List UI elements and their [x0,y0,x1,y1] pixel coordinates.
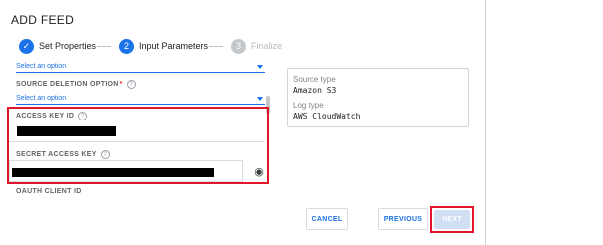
log-type-value: AWS CloudWatch [293,112,361,121]
dialog-title: ADD FEED [11,13,75,27]
log-type-label: Log type [293,101,324,110]
source-deletion-label: SOURCE DELETION OPTION * ? [16,80,136,89]
add-feed-dialog: ADD FEED ✓ Set Properties 2 Input Parame… [0,0,486,245]
step-number: 3 [231,38,246,54]
label-text: OAUTH CLIENT ID [16,188,82,195]
step-label: Finalize [251,41,283,51]
source-type-value: Amazon S3 [293,86,337,95]
label-text: SOURCE DELETION OPTION [16,81,119,88]
step-separator [209,46,223,47]
step-finalize: 3 Finalize [231,38,282,54]
select-value: Select an option [16,95,67,102]
source-type-label: Source type [293,75,336,84]
check-icon: ✓ [19,38,34,54]
step-label: Set Properties [39,41,97,51]
oauth-client-id-label: OAUTH CLIENT ID [16,188,82,195]
caret-down-icon [257,65,263,69]
top-select[interactable]: Select an option [16,62,265,73]
step-label: Input Parameters [139,41,209,51]
step-input-parameters[interactable]: 2 Input Parameters [119,38,208,54]
cancel-button[interactable]: CANCEL [306,208,348,230]
step-separator [97,46,111,47]
source-deletion-select[interactable]: Select an option [16,94,265,105]
step-set-properties[interactable]: ✓ Set Properties [19,38,96,54]
caret-down-icon [257,97,263,101]
step-number: 2 [119,38,134,54]
next-highlight [430,206,474,233]
credentials-highlight [7,107,269,184]
source-info-card: Source type Amazon S3 Log type AWS Cloud… [287,68,469,127]
select-value: Select an option [16,63,67,70]
help-circle-icon[interactable]: ? [126,80,136,89]
previous-button[interactable]: PREVIOUS [378,208,428,230]
required-mark: * [119,81,123,88]
